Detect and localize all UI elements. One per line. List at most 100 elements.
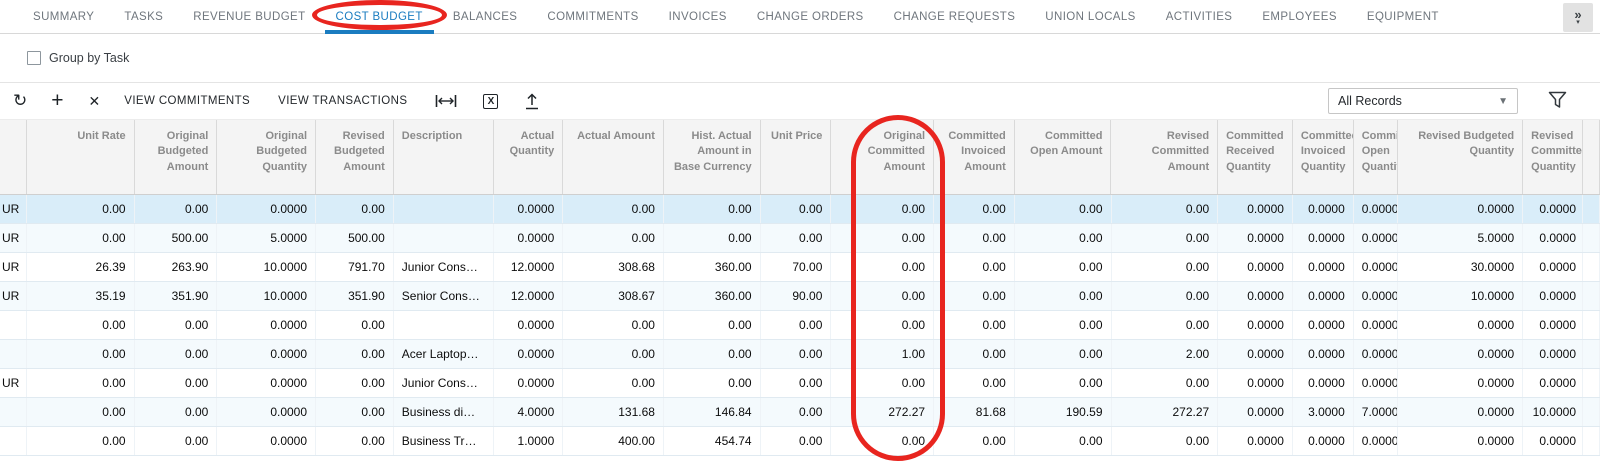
cell-unit-price[interactable]: 0.00 [761,369,832,397]
column-header-revised-budgeted-quantity[interactable]: Revised Budgeted Quantity [1398,120,1524,194]
cell-unit-rate[interactable]: 26.39 [27,253,135,281]
cell-unit-price[interactable]: 0.00 [761,398,832,426]
cell-edge[interactable] [1583,195,1600,223]
cell-committed-open-quantity[interactable]: 7.0000 [1354,398,1398,426]
export-excel-icon[interactable]: X [483,94,498,109]
column-header-currency[interactable] [0,120,27,194]
tab-revenue-budget[interactable]: REVENUE BUDGET [178,0,320,33]
cell-original-committed-amount[interactable]: 0.00 [831,253,934,281]
cell-description[interactable]: Acer Laptop… [394,340,495,368]
cell-actual-quantity[interactable]: 1.0000 [494,427,563,455]
tab-union-locals[interactable]: UNION LOCALS [1030,0,1150,33]
cell-description[interactable]: Senior Cons… [394,282,495,310]
cell-currency[interactable]: UR [0,282,27,310]
column-header-unit-price[interactable]: Unit Price [761,120,832,194]
cell-original-budgeted-amount[interactable]: 0.00 [135,398,218,426]
table-row[interactable]: UR26.39263.9010.0000791.70Junior Cons…12… [0,253,1600,282]
cell-committed-open-quantity[interactable]: 0.0000 [1354,282,1398,310]
cell-revised-budgeted-amount[interactable]: 0.00 [316,398,394,426]
cell-unit-price[interactable]: 0.00 [761,224,832,252]
cell-committed-open-quantity[interactable]: 0.0000 [1354,224,1398,252]
cell-committed-received-quantity[interactable]: 0.0000 [1218,253,1293,281]
cell-unit-rate[interactable]: 0.00 [27,224,135,252]
table-row[interactable]: 0.000.000.00000.00Business di…4.0000131.… [0,398,1600,427]
cell-committed-received-quantity[interactable]: 0.0000 [1218,282,1293,310]
column-header-revised-budgeted-amount[interactable]: Revised Budgeted Amount [316,120,394,194]
cell-description[interactable] [394,224,495,252]
cell-actual-quantity[interactable]: 4.0000 [494,398,563,426]
cell-actual-quantity[interactable]: 0.0000 [494,340,563,368]
cell-edge[interactable] [1583,369,1600,397]
cell-committed-open-amount[interactable]: 190.59 [1015,398,1112,426]
cell-revised-budgeted-quantity[interactable]: 0.0000 [1398,311,1524,339]
cell-currency[interactable]: UR [0,369,27,397]
delete-row-icon[interactable]: ✕ [89,93,101,110]
cell-committed-open-quantity[interactable]: 0.0000 [1354,253,1398,281]
cell-actual-quantity[interactable]: 12.0000 [494,253,563,281]
tab-tasks[interactable]: TASKS [109,0,178,33]
tab-commitments[interactable]: COMMITMENTS [532,0,653,33]
cell-committed-invoiced-quantity[interactable]: 0.0000 [1293,427,1354,455]
cell-original-budgeted-amount[interactable]: 0.00 [135,311,218,339]
cell-revised-committed-quantity[interactable]: 0.0000 [1523,282,1583,310]
tab-employees[interactable]: EMPLOYEES [1247,0,1352,33]
cell-original-committed-amount[interactable]: 0.00 [831,311,934,339]
table-row[interactable]: UR0.000.000.00000.000.00000.000.000.000.… [0,195,1600,224]
filter-funnel-icon[interactable] [1548,91,1567,114]
tab-summary[interactable]: SUMMARY [18,0,109,33]
cell-actual-quantity[interactable]: 0.0000 [494,224,563,252]
cell-unit-price[interactable]: 90.00 [761,282,832,310]
cell-committed-invoiced-amount[interactable]: 0.00 [934,195,1015,223]
cell-revised-budgeted-amount[interactable]: 0.00 [316,427,394,455]
column-header-original-committed-amount[interactable]: Original Committed Amount [831,120,934,194]
table-row[interactable]: UR0.00500.005.0000500.000.00000.000.000.… [0,224,1600,253]
cell-committed-invoiced-amount[interactable]: 0.00 [934,311,1015,339]
tab-overflow-button[interactable]: » ▾ [1563,3,1593,32]
cell-revised-committed-amount[interactable]: 272.27 [1112,398,1219,426]
cell-committed-received-quantity[interactable]: 0.0000 [1218,427,1293,455]
cell-committed-open-quantity[interactable]: 0.0000 [1354,340,1398,368]
cell-revised-committed-amount[interactable]: 0.00 [1112,311,1219,339]
cell-original-budgeted-amount[interactable]: 351.90 [135,282,218,310]
cell-hist-actual-amount[interactable]: 0.00 [664,369,761,397]
cell-currency[interactable] [0,311,27,339]
cell-revised-budgeted-quantity[interactable]: 5.0000 [1398,224,1524,252]
cell-committed-received-quantity[interactable]: 0.0000 [1218,224,1293,252]
table-row[interactable]: UR0.000.000.00000.00Junior Cons…0.00000.… [0,369,1600,398]
records-filter-dropdown[interactable]: All Records ▼ [1328,88,1518,114]
cell-committed-invoiced-quantity[interactable]: 3.0000 [1293,398,1354,426]
cell-currency[interactable] [0,340,27,368]
cell-hist-actual-amount[interactable]: 146.84 [664,398,761,426]
table-row[interactable]: UR35.19351.9010.0000351.90Senior Cons…12… [0,282,1600,311]
cell-actual-amount[interactable]: 0.00 [563,195,664,223]
cell-edge[interactable] [1583,253,1600,281]
cell-original-budgeted-amount[interactable]: 263.90 [135,253,218,281]
cell-revised-budgeted-quantity[interactable]: 0.0000 [1398,195,1524,223]
table-row[interactable]: 0.000.000.00000.00Business Tr…1.0000400.… [0,427,1600,456]
cell-original-committed-amount[interactable]: 0.00 [831,224,934,252]
cell-original-budgeted-quantity[interactable]: 0.0000 [217,311,316,339]
cell-revised-budgeted-amount[interactable]: 791.70 [316,253,394,281]
cell-committed-invoiced-quantity[interactable]: 0.0000 [1293,369,1354,397]
column-header-revised-committed-amount[interactable]: Revised Committed Amount [1111,120,1218,194]
cell-currency[interactable]: UR [0,224,27,252]
cell-revised-committed-amount[interactable]: 0.00 [1112,369,1219,397]
cell-committed-open-quantity[interactable]: 0.0000 [1354,195,1398,223]
column-header-unit-rate[interactable]: Unit Rate [27,120,135,194]
cell-committed-open-amount[interactable]: 0.00 [1015,311,1112,339]
cell-original-committed-amount[interactable]: 0.00 [831,369,934,397]
cell-committed-open-quantity[interactable]: 0.0000 [1354,427,1398,455]
cell-actual-amount[interactable]: 0.00 [563,369,664,397]
cell-currency[interactable]: UR [0,253,27,281]
cell-unit-price[interactable]: 0.00 [761,427,832,455]
fit-width-icon[interactable] [435,94,457,108]
cell-description[interactable]: Junior Cons… [394,369,495,397]
cell-actual-amount[interactable]: 400.00 [563,427,664,455]
cell-revised-committed-amount[interactable]: 0.00 [1112,282,1219,310]
cell-committed-invoiced-quantity[interactable]: 0.0000 [1293,253,1354,281]
column-header-original-budgeted-quantity[interactable]: Original Budgeted Quantity [217,120,316,194]
cell-revised-budgeted-quantity[interactable]: 0.0000 [1398,398,1524,426]
cell-committed-invoiced-amount[interactable]: 0.00 [934,282,1015,310]
tab-balances[interactable]: BALANCES [438,0,533,33]
view-commitments-button[interactable]: VIEW COMMITMENTS [124,95,250,107]
